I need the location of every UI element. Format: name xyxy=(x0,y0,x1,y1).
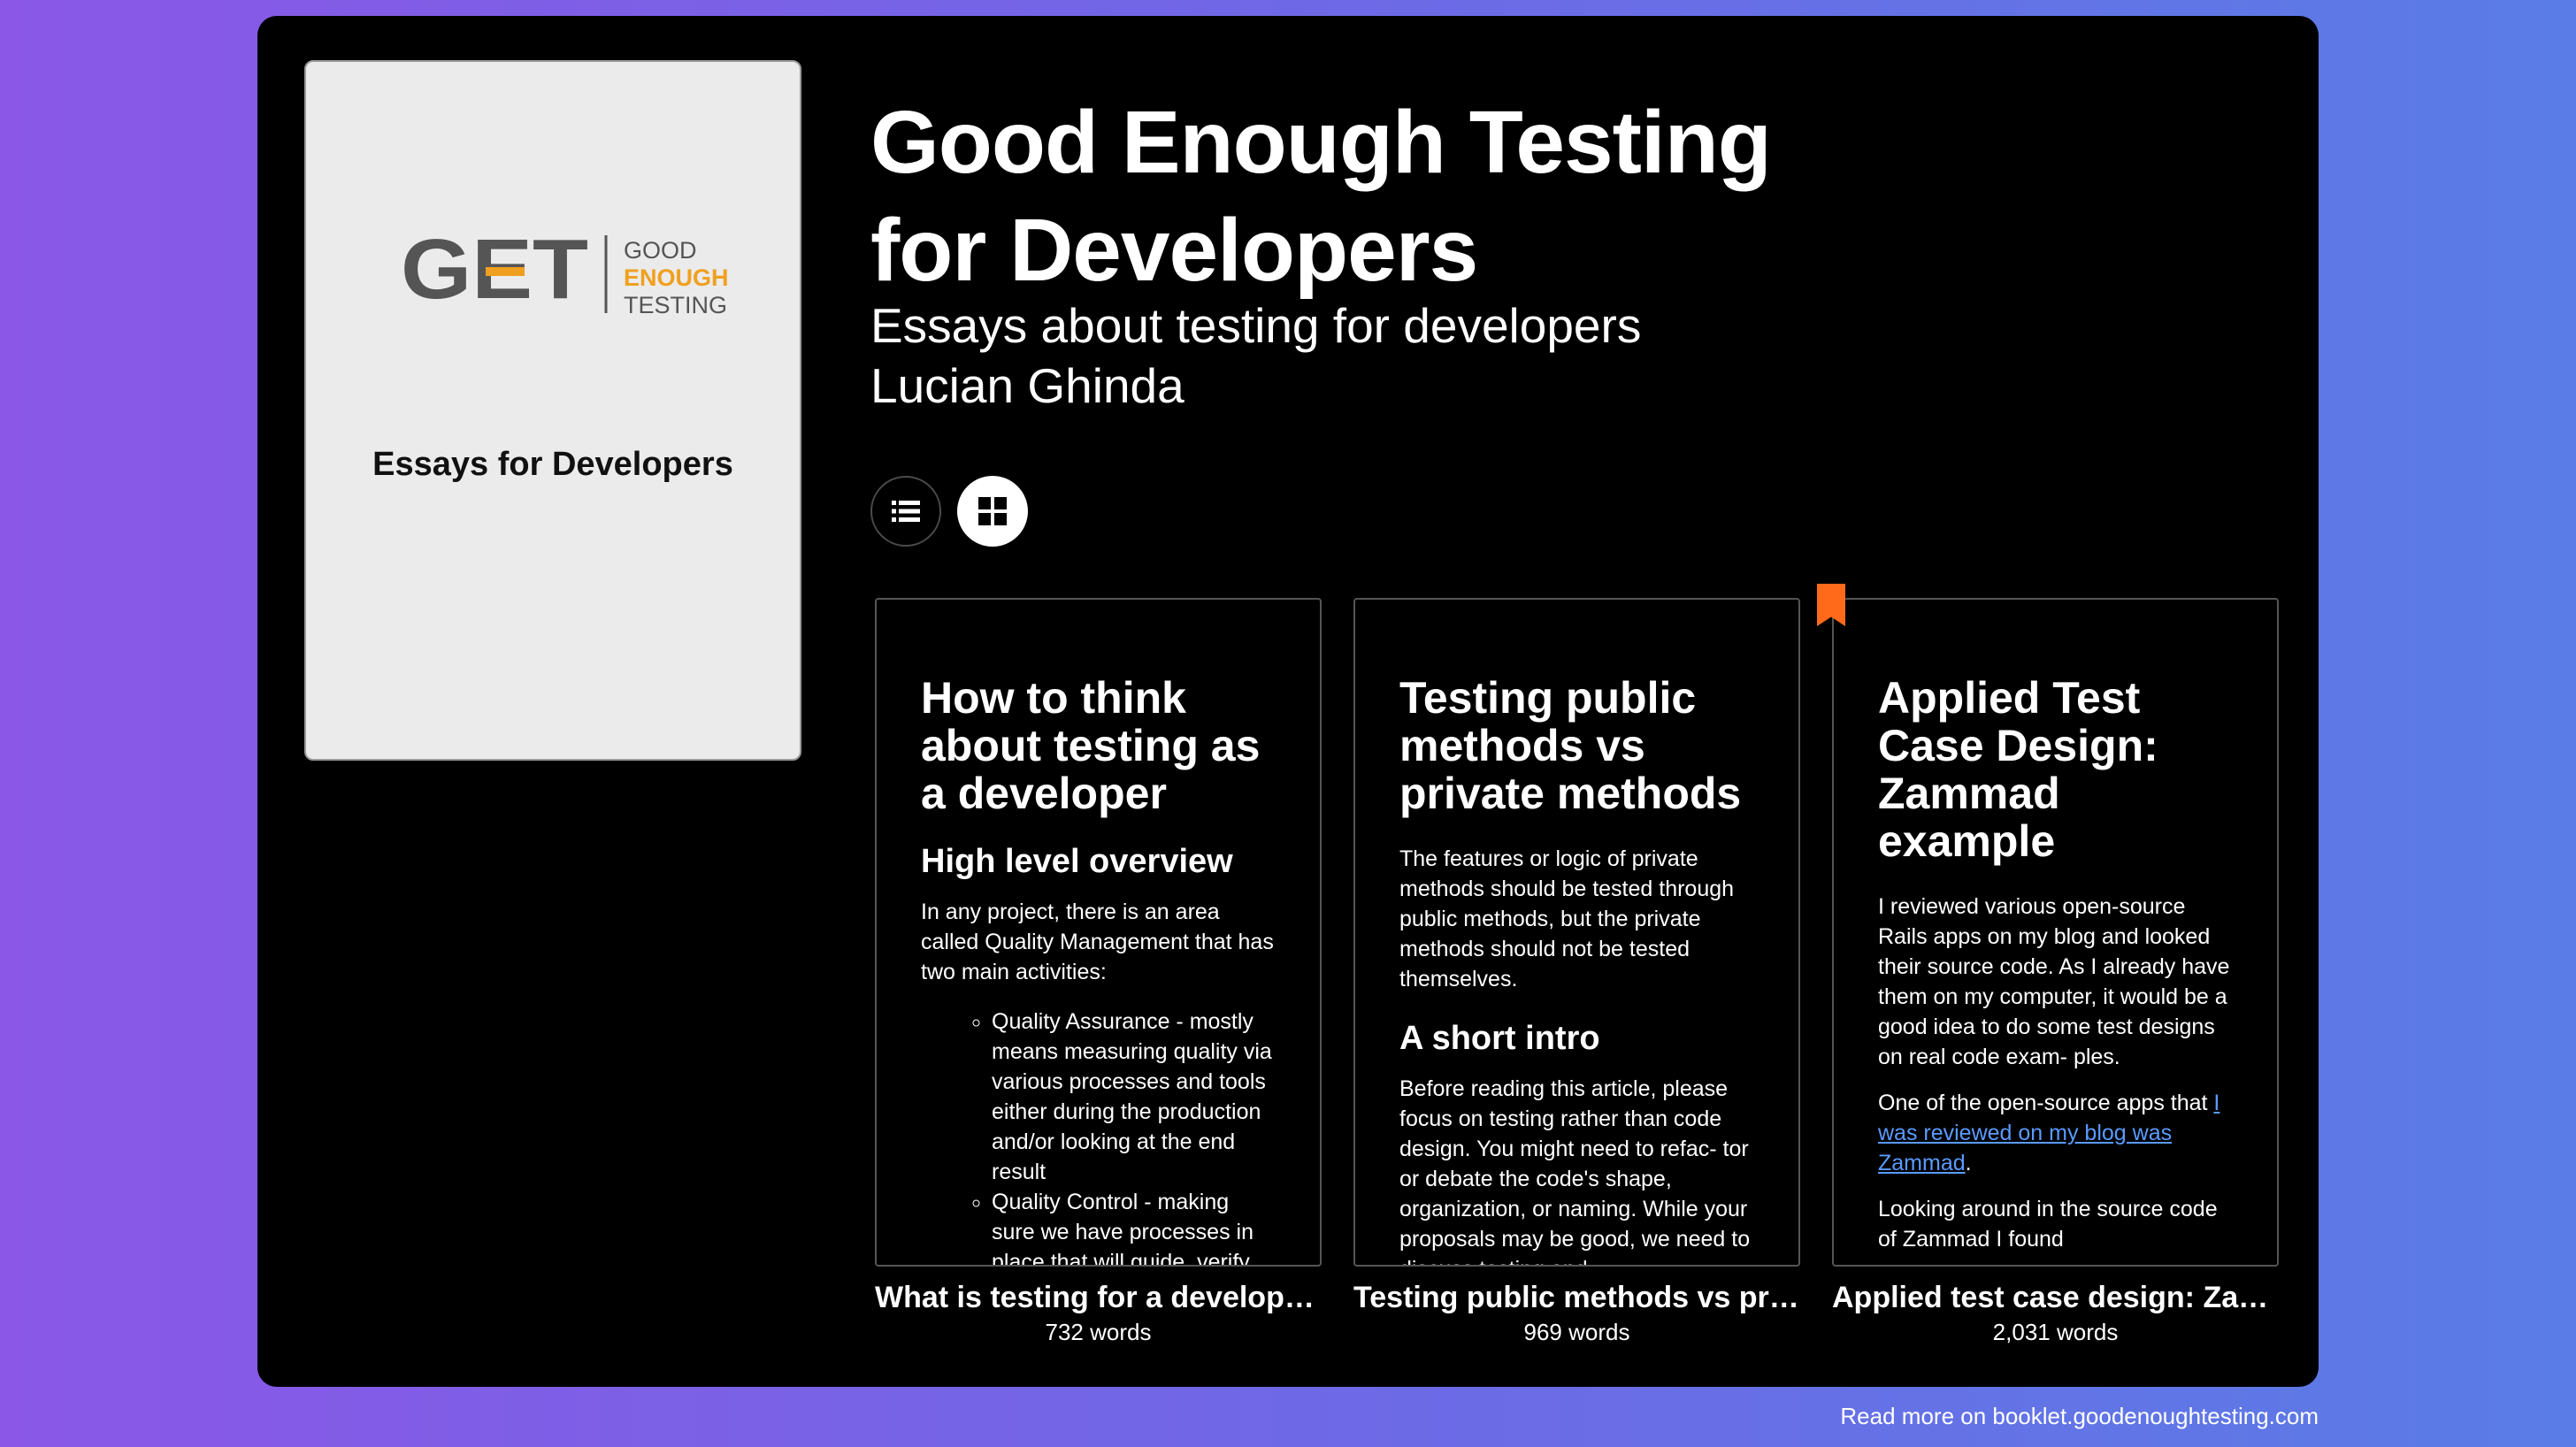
card-subheading: A short intro xyxy=(1399,1020,1600,1057)
get-logo: GET GOOD ENOUGH TESTING xyxy=(401,230,729,318)
chapter-card-1[interactable]: How to think about testing as a develope… xyxy=(875,598,1322,1346)
card-text: One of the open-source apps that xyxy=(1878,1091,2214,1115)
card-word-count: 732 words xyxy=(1045,1319,1152,1345)
book-author: Lucian Ghinda xyxy=(870,358,1184,413)
footer-link[interactable]: Read more on booklet.goodenoughtesting.c… xyxy=(1840,1403,2319,1430)
logo-word-good: GOOD xyxy=(624,237,697,264)
card-bullet: Quality Control - making sure we have pr… xyxy=(992,1187,1276,1265)
card-paragraph: One of the open-source apps that I was r… xyxy=(1878,1088,2233,1178)
chapter-card-preview[interactable]: Testing public methods vs private method… xyxy=(1353,598,1800,1267)
chapter-card-2[interactable]: Testing public methods vs private method… xyxy=(1353,598,1800,1346)
card-bullet: Quality Assurance - mostly means measuri… xyxy=(992,1007,1276,1187)
card-title[interactable]: Testing public methods vs priv... xyxy=(1353,1281,1800,1315)
book-title-line2: for Developers xyxy=(870,201,1478,300)
card-intro: The features or logic of private methods… xyxy=(1399,846,1735,991)
grid-view-button[interactable] xyxy=(957,476,1028,547)
card-text: . xyxy=(1965,1151,1972,1175)
card-bullet-list: Quality Assurance - mostly means measuri… xyxy=(921,1007,1276,1265)
card-word-count: 969 words xyxy=(1523,1319,1630,1345)
card-body: Before reading this article, please focu… xyxy=(1399,1076,1751,1265)
book-cover[interactable]: GET GOOD ENOUGH TESTING Essays for Devel… xyxy=(304,60,801,761)
book-title: Good Enough Testing for Developers xyxy=(870,88,1772,304)
chapter-card-preview[interactable]: How to think about testing as a develope… xyxy=(875,598,1322,1267)
chapter-card-3[interactable]: Applied Test Case Design: Zammad example… xyxy=(1817,584,2279,1346)
card-intro: In any project, there is an area called … xyxy=(921,900,1274,984)
card-paragraph: Looking around in the source code of Zam… xyxy=(1878,1197,2218,1252)
list-icon xyxy=(892,501,920,522)
card-subheading: High level overview xyxy=(921,843,1233,880)
cover-subtitle: Essays for Developers xyxy=(372,446,733,483)
list-view-button[interactable] xyxy=(870,476,941,547)
card-heading: Applied Test Case Design: Zammad example xyxy=(1878,673,2158,866)
card-intro: I reviewed various open-source Rails app… xyxy=(1878,894,2230,1069)
card-title[interactable]: What is testing for a developer? xyxy=(875,1281,1322,1315)
grid-icon xyxy=(978,497,1007,525)
book-subtitle: Essays about testing for developers xyxy=(870,298,1642,353)
card-heading: How to think about testing as a develope… xyxy=(921,673,1261,818)
book-title-line1: Good Enough Testing xyxy=(870,93,1772,192)
card-title[interactable]: Applied test case design: Zam... xyxy=(1832,1281,2279,1315)
logo-word-enough: ENOUGH xyxy=(624,264,729,291)
logo-word-testing: TESTING xyxy=(624,292,727,318)
bookmark-icon[interactable] xyxy=(1817,584,1845,626)
card-word-count: 2,031 words xyxy=(1992,1319,2119,1345)
card-heading: Testing public methods vs private method… xyxy=(1399,673,1742,818)
chapter-card-preview[interactable]: Applied Test Case Design: Zammad example… xyxy=(1832,598,2279,1267)
book-panel: GET GOOD ENOUGH TESTING Essays for Devel… xyxy=(257,16,2319,1387)
